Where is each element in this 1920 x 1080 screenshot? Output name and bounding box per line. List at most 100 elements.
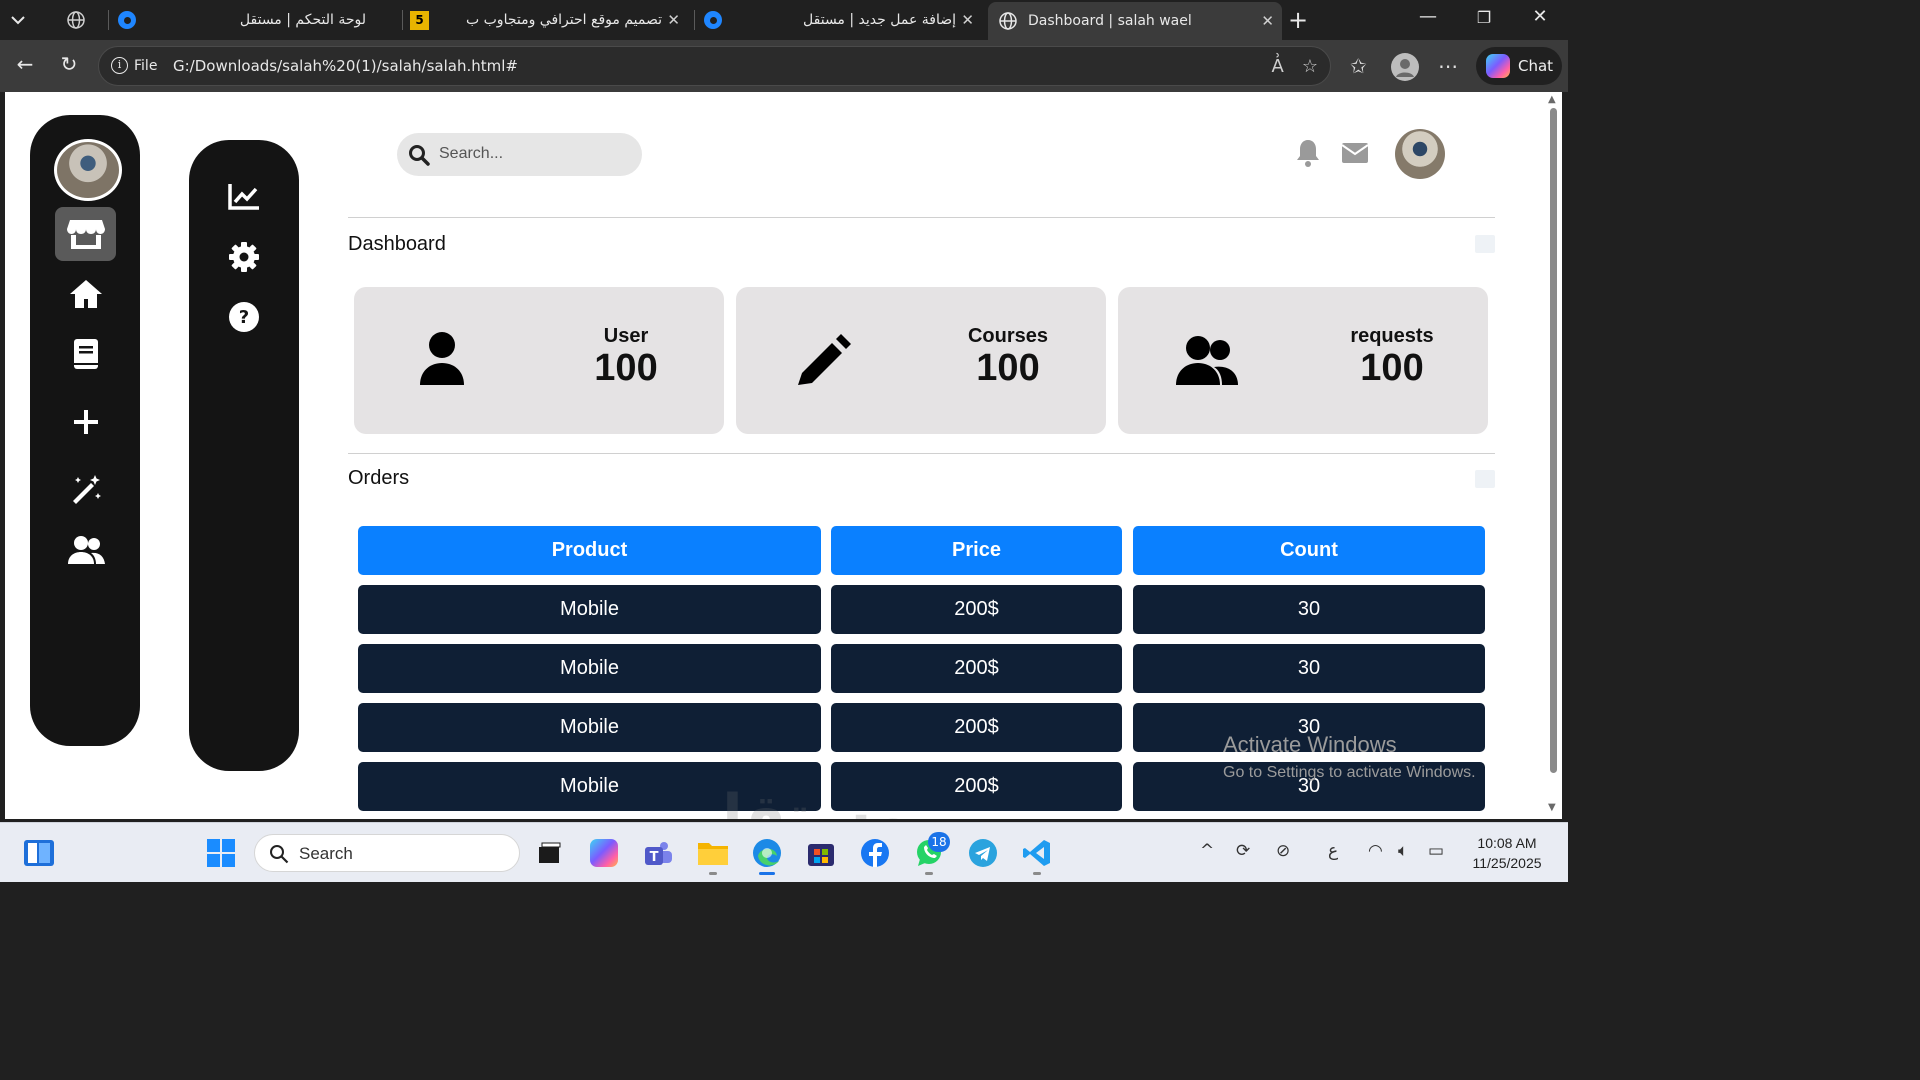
cell-count: 30: [1133, 585, 1485, 634]
minimize-icon: —: [1419, 6, 1437, 27]
sidebar-item-users[interactable]: [55, 523, 116, 577]
taskbar-search-label: Search: [299, 844, 353, 863]
tab-bar: لوحة التحكم | مستقل 5 تصميم موقع احترافي…: [0, 0, 1568, 40]
close-icon[interactable]: ✕: [667, 11, 680, 29]
tab-workspaces[interactable]: [66, 4, 100, 36]
sidebar-item-add[interactable]: [55, 395, 116, 449]
site-info-button[interactable]: i File: [111, 57, 157, 74]
scroll-up-icon[interactable]: ▲: [1548, 94, 1556, 105]
start-button[interactable]: [205, 837, 237, 869]
running-indicator: [1033, 872, 1041, 875]
divider: [348, 217, 1495, 218]
envelope-icon[interactable]: [1341, 142, 1369, 164]
search-box: [397, 133, 642, 176]
orders-section-icon: [1475, 470, 1495, 488]
language-indicator[interactable]: ع: [1328, 841, 1338, 861]
refresh-button[interactable]: ↻: [54, 52, 84, 76]
teams-app[interactable]: T: [642, 837, 674, 869]
read-aloud-icon[interactable]: A͗: [1272, 56, 1284, 77]
copilot-app[interactable]: [588, 837, 620, 869]
tab-project-mostaql[interactable]: 5 تصميم موقع احترافي ومتجاوب ب ✕: [410, 4, 688, 36]
tab-title: Dashboard | salah wael: [1028, 13, 1192, 29]
tab-list-button[interactable]: [8, 4, 44, 36]
edge-icon: [753, 839, 781, 867]
tab-add-work-mostaql[interactable]: إضافة عمل جديد | مستقل ✕: [702, 4, 982, 36]
minimize-button[interactable]: —: [1408, 6, 1448, 27]
close-icon: ✕: [1532, 6, 1548, 27]
search-input[interactable]: [439, 143, 629, 165]
scroll-thumb[interactable]: [1550, 108, 1557, 773]
page-scrollbar[interactable]: ▲ ▼: [1546, 92, 1562, 819]
task-view-button[interactable]: [533, 837, 565, 869]
dashboard-title: Dashboard: [348, 233, 446, 255]
arrow-left-icon: ←: [16, 52, 34, 76]
clock[interactable]: 10:08 AM 11/25/2025: [1462, 833, 1552, 873]
file-explorer-app[interactable]: [697, 837, 729, 869]
card-label: Courses: [967, 325, 1049, 347]
favorites-icon[interactable]: ✩: [1350, 54, 1367, 78]
bell-icon[interactable]: [1295, 138, 1321, 168]
project-favicon-icon: 5: [410, 10, 429, 30]
restore-button[interactable]: ❐: [1464, 8, 1504, 27]
restore-icon: ❐: [1476, 8, 1492, 27]
scroll-down-icon[interactable]: ▼: [1548, 802, 1556, 813]
orders-title: Orders: [348, 467, 410, 489]
sync-icon[interactable]: ⟳: [1236, 841, 1250, 861]
taskbar-search[interactable]: Search: [254, 834, 520, 872]
more-options-icon[interactable]: ⋯: [1438, 54, 1458, 78]
copilot-icon: [590, 839, 618, 867]
widgets-button[interactable]: [23, 837, 55, 869]
profile-icon[interactable]: [1390, 52, 1420, 87]
svg-text:T: T: [650, 850, 659, 865]
sidebar-item-analytics[interactable]: [219, 176, 269, 216]
card-value: 100: [594, 347, 658, 389]
back-button[interactable]: ←: [10, 52, 40, 76]
close-icon[interactable]: ✕: [1261, 12, 1274, 30]
store-app[interactable]: [805, 837, 837, 869]
main-sidebar: [30, 115, 140, 746]
star-icon[interactable]: ☆: [1302, 56, 1318, 77]
activate-windows-title: Activate Windows: [1223, 732, 1397, 757]
cloud-off-icon[interactable]: ⊘: [1276, 841, 1290, 861]
sidebar-item-home[interactable]: [55, 267, 116, 321]
new-tab-button[interactable]: +: [1288, 4, 1318, 36]
search-icon: [409, 145, 430, 166]
chevron-down-icon: [11, 16, 25, 25]
volume-icon[interactable]: 🔈︎: [1398, 841, 1408, 861]
sidebar-item-book[interactable]: [55, 327, 116, 381]
edge-app[interactable]: [751, 837, 783, 869]
tab-dashboard-salah[interactable]: Dashboard | salah wael ✕: [988, 2, 1282, 40]
close-window-button[interactable]: ✕: [1520, 6, 1560, 27]
copilot-chat-button[interactable]: Chat: [1476, 47, 1562, 85]
wifi-icon[interactable]: ◠: [1368, 841, 1383, 861]
info-icon: i: [111, 57, 128, 74]
sidebar-avatar[interactable]: [54, 139, 122, 201]
divider: [348, 453, 1495, 454]
magic-wand-icon: [72, 475, 101, 504]
user-avatar[interactable]: [1395, 129, 1445, 179]
telegram-app[interactable]: [967, 837, 999, 869]
url-text[interactable]: G:/Downloads/salah%20(1)/salah/salah.htm…: [173, 57, 518, 75]
clock-date: 11/25/2025: [1472, 855, 1542, 871]
url-field[interactable]: i File G:/Downloads/salah%20(1)/salah/sa…: [98, 46, 1331, 86]
sidebar-item-settings[interactable]: [219, 237, 269, 277]
column-header-count: Count: [1133, 526, 1485, 575]
sidebar-item-magic[interactable]: [55, 463, 116, 517]
close-icon[interactable]: ✕: [961, 11, 974, 29]
sidebar-item-store[interactable]: [55, 207, 116, 261]
tab-title: لوحة التحكم | مستقل: [239, 12, 366, 28]
facebook-app[interactable]: [859, 837, 891, 869]
activate-windows-subtitle: Go to Settings to activate Windows.: [1223, 764, 1476, 781]
teams-icon: T: [645, 842, 672, 865]
tab-dashboard-mostaql[interactable]: لوحة التحكم | مستقل: [116, 4, 392, 36]
battery-icon[interactable]: ▭: [1428, 841, 1444, 861]
sidebar-item-help[interactable]: ?: [219, 297, 269, 337]
home-icon: [69, 280, 102, 308]
chevron-up-icon[interactable]: ^: [1200, 841, 1214, 861]
store-icon: [66, 220, 105, 249]
chat-label: Chat: [1518, 57, 1554, 75]
vscode-app[interactable]: [1021, 837, 1053, 869]
microsoft-store-icon: [808, 844, 834, 866]
copilot-icon: [1486, 54, 1510, 78]
svg-text:?: ?: [239, 307, 249, 328]
